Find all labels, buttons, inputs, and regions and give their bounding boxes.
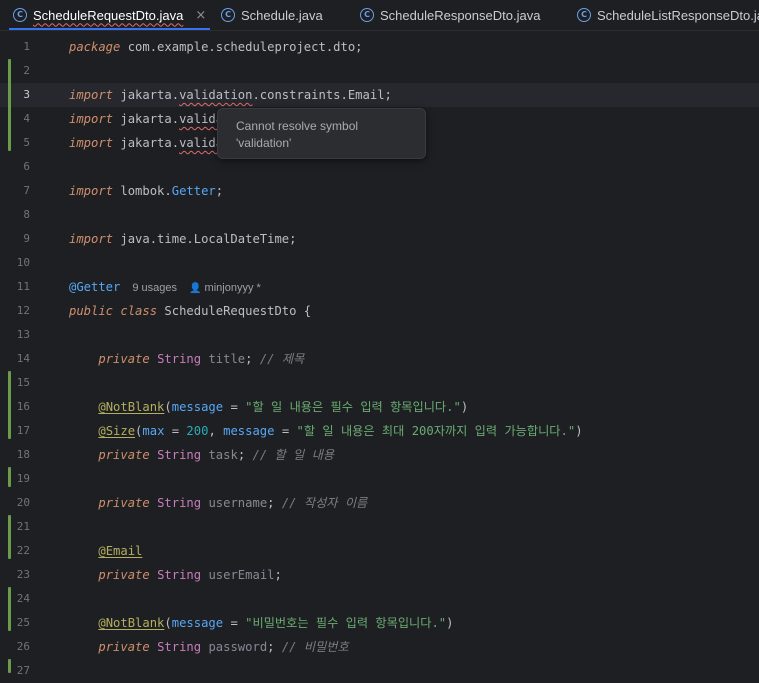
line-number: 3 <box>23 88 30 101</box>
line-number: 10 <box>16 256 30 269</box>
line-number: 14 <box>16 352 30 365</box>
class-c-icon: C <box>577 8 591 22</box>
line-number: 20 <box>16 496 30 509</box>
line-number: 2 <box>23 64 30 77</box>
line-number: 26 <box>16 640 30 653</box>
tab-schedule-response-dto[interactable]: C ScheduleResponseDto.java <box>360 0 540 30</box>
class-c-icon: C <box>221 8 235 22</box>
code-line-3[interactable]: import jakarta.validation.constraints.Em… <box>69 83 392 107</box>
code-line-14[interactable]: private String title; // 제목 <box>69 347 304 371</box>
line-number: 7 <box>23 184 30 197</box>
tab-schedule[interactable]: C Schedule.java <box>221 0 323 30</box>
line-number: 12 <box>16 304 30 317</box>
error-tooltip: Cannot resolve symbol 'validation' <box>217 108 426 159</box>
usages-inlay-hint[interactable]: 9 usages <box>132 282 177 294</box>
code-line-9[interactable]: import java.time.LocalDateTime; <box>69 227 296 251</box>
code-line-7[interactable]: import lombok.Getter; <box>69 179 223 203</box>
line-number: 5 <box>23 136 30 149</box>
tab-label: Schedule.java <box>241 7 323 23</box>
tooltip-line: 'validation' <box>236 136 292 150</box>
line-number: 19 <box>16 472 30 485</box>
line-number: 21 <box>16 520 30 533</box>
line-number: 22 <box>16 544 30 557</box>
code-line-16[interactable]: @NotBlank(message = "할 일 내용은 필수 입력 항목입니다… <box>69 395 468 419</box>
code-line-22[interactable]: @Email <box>69 539 142 563</box>
close-icon[interactable]: × <box>195 8 206 23</box>
line-number: 27 <box>16 664 30 677</box>
line-number: 6 <box>23 160 30 173</box>
line-number: 16 <box>16 400 30 413</box>
line-number: 1 <box>23 40 30 53</box>
line-number: 8 <box>23 208 30 221</box>
line-number: 11 <box>16 280 30 293</box>
person-icon: 👤 <box>189 283 202 294</box>
code-line-20[interactable]: private String username; // 작성자 이름 <box>69 491 367 515</box>
code-line-26[interactable]: private String password; // 비밀번호 <box>69 635 348 659</box>
unresolved-symbol: validation <box>179 88 253 102</box>
tab-schedule-request-dto[interactable]: C ScheduleRequestDto.java × <box>8 0 211 30</box>
code-line-4[interactable]: import jakarta.valida <box>69 107 223 131</box>
author-inlay-hint[interactable]: 👤 minjonyyy * <box>189 282 261 294</box>
class-c-icon: C <box>360 8 374 22</box>
line-number: 13 <box>16 328 30 341</box>
line-number: 25 <box>16 616 30 629</box>
tooltip-line: Cannot resolve symbol <box>236 119 359 133</box>
line-number: 24 <box>16 592 30 605</box>
tab-schedule-list-response-dto[interactable]: C ScheduleListResponseDto.java <box>577 0 759 30</box>
tab-label: ScheduleRequestDto.java <box>33 7 184 23</box>
tab-label: ScheduleListResponseDto.java <box>597 7 759 23</box>
line-number: 9 <box>23 232 30 245</box>
code-line-1[interactable]: package com.example.scheduleproject.dto; <box>69 35 363 59</box>
code-line-18[interactable]: private String task; // 할 일 내용 <box>69 443 334 467</box>
class-c-icon: C <box>13 8 27 22</box>
code-line-12[interactable]: public class ScheduleRequestDto { <box>69 299 311 323</box>
code-line-5[interactable]: import jakarta.valida <box>69 131 223 155</box>
line-number: 17 <box>16 424 30 437</box>
code-line-17[interactable]: @Size(max = 200, message = "할 일 내용은 최대 2… <box>69 419 582 443</box>
line-number: 4 <box>23 112 30 125</box>
line-number: 18 <box>16 448 30 461</box>
tab-label: ScheduleResponseDto.java <box>380 7 541 23</box>
code-line-23[interactable]: private String userEmail; <box>69 563 281 587</box>
code-line-25[interactable]: @NotBlank(message = "비밀번호는 필수 입력 항목입니다."… <box>69 611 453 635</box>
code-line-11[interactable]: @Getter 9 usages 👤 minjonyyy * <box>69 275 261 299</box>
line-number: 23 <box>16 568 30 581</box>
editor-tab-bar: C ScheduleRequestDto.java × C Schedule.j… <box>0 0 759 31</box>
line-number: 15 <box>16 376 30 389</box>
